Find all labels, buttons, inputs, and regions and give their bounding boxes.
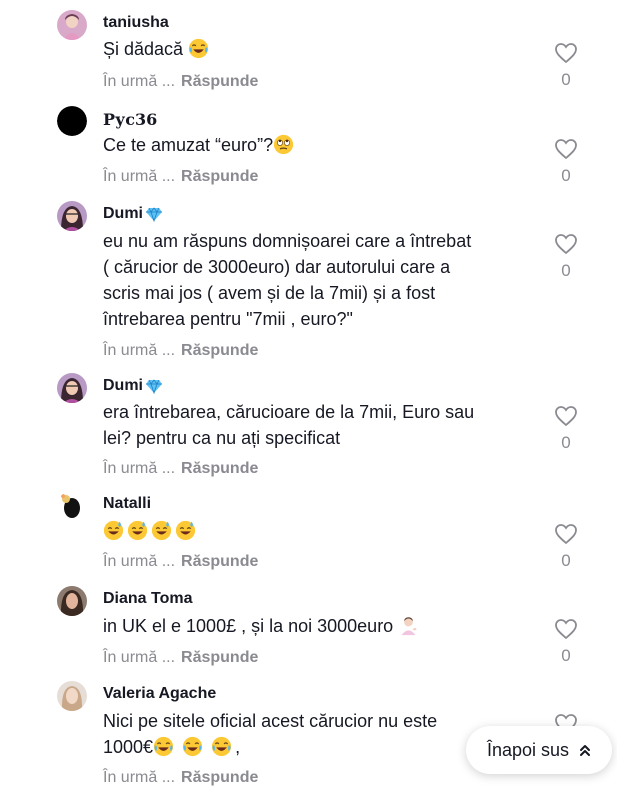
comment-username[interactable]: taniusha (103, 14, 169, 32)
comment-username[interactable]: Natalli (103, 495, 151, 513)
comment-text: era întrebarea, cărucioare de la 7mii, E… (103, 402, 475, 448)
heart-icon (555, 406, 577, 427)
like-button[interactable]: 0 (551, 618, 581, 666)
avatar[interactable] (57, 201, 87, 231)
comment-meta: În urmă ... Răspunde (103, 460, 258, 478)
woman-tipping-hand-emoji (401, 617, 417, 636)
comment-meta: În urmă ... Răspunde (103, 342, 258, 360)
laugh-emoji (153, 736, 174, 757)
sweat-smile-emoji (103, 520, 124, 541)
reply-button[interactable]: Răspunde (181, 342, 258, 359)
like-button[interactable]: 0 (551, 405, 581, 453)
like-count: 0 (561, 433, 571, 452)
like-count: 0 (561, 261, 571, 280)
heart-icon (555, 619, 577, 640)
avatar[interactable] (57, 10, 87, 40)
like-button[interactable]: 0 (551, 523, 581, 571)
heart-icon (555, 139, 577, 160)
comment-time: În urmă ... (103, 342, 176, 359)
sweat-smile-emoji (151, 520, 172, 541)
comment-meta: În urmă ... Răspunde (103, 73, 258, 91)
reply-button[interactable]: Răspunde (181, 73, 258, 90)
like-count: 0 (561, 70, 571, 89)
comment-username[interactable]: Dumi (103, 377, 162, 395)
diamond-icon (146, 379, 162, 394)
heart-icon (555, 43, 577, 64)
comment-text (103, 518, 533, 544)
laugh-emoji (211, 736, 232, 757)
comment-meta: În urmă ... Răspunde (103, 769, 258, 787)
like-button[interactable]: 0 (551, 42, 581, 90)
sweat-smile-emoji (175, 520, 196, 541)
double-chevron-up-icon (580, 745, 591, 756)
eye-roll-emoji (273, 134, 294, 155)
laugh-emoji (188, 38, 209, 59)
comment-username[interactable]: Dumi (103, 205, 162, 223)
comment-time: În urmă ... (103, 168, 176, 185)
reply-button[interactable]: Răspunde (181, 460, 258, 477)
reply-button[interactable]: Răspunde (181, 168, 258, 185)
comment-username[interactable]: Diana Toma (103, 590, 193, 608)
reply-button[interactable]: Răspunde (181, 553, 258, 570)
like-count: 0 (561, 166, 571, 185)
heart-icon (555, 524, 577, 545)
comment-meta: În urmă ... Răspunde (103, 649, 258, 667)
avatar[interactable] (57, 491, 87, 521)
comment-meta: În urmă ... Răspunde (103, 553, 258, 571)
laugh-emoji (182, 736, 203, 757)
reply-button[interactable]: Răspunde (181, 769, 258, 786)
comment-text: in UK el e 1000£ , și la noi 3000euro (103, 613, 533, 639)
avatar[interactable] (57, 681, 87, 711)
diamond-icon (146, 207, 162, 222)
avatar[interactable] (57, 106, 87, 136)
comment-meta: În urmă ... Răspunde (103, 168, 258, 186)
sweat-smile-emoji (127, 520, 148, 541)
comment-username[interactable]: Руc36 (103, 110, 157, 129)
heart-icon (555, 234, 577, 255)
avatar[interactable] (57, 373, 87, 403)
like-button[interactable]: 0 (551, 138, 581, 186)
like-count: 0 (561, 551, 571, 570)
comment-time: În urmă ... (103, 553, 176, 570)
avatar[interactable] (57, 586, 87, 616)
comment-text: Și dădacă (103, 36, 533, 62)
comment-time: În urmă ... (103, 769, 176, 786)
comment-time: În urmă ... (103, 649, 176, 666)
back-to-top-label: Înapoi sus (486, 739, 570, 760)
back-to-top-button[interactable]: Înapoi sus (466, 726, 612, 774)
reply-button[interactable]: Răspunde (181, 649, 258, 666)
like-button[interactable]: 0 (551, 233, 581, 281)
comment-time: În urmă ... (103, 460, 176, 477)
comment-time: În urmă ... (103, 73, 176, 90)
like-count: 0 (561, 646, 571, 665)
comment-text: eu nu am răspuns domnișoarei care a într… (103, 231, 472, 329)
comment-text: Ce te amuzat “euro”? (103, 132, 533, 158)
comment-username[interactable]: Valeria Agache (103, 685, 216, 703)
